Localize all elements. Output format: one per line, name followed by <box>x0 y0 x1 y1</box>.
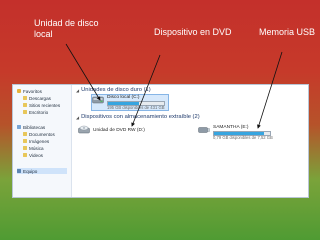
drive-space-info: 195 GB disponibles de 431 GB <box>107 105 165 110</box>
drive-name: SAMANTHA (E:) <box>213 125 249 130</box>
explorer-window: Favoritos Descargas Sitios recientes Esc… <box>12 84 309 198</box>
folder-icon <box>23 146 27 150</box>
sidebar-item-musica[interactable]: Música <box>23 145 44 151</box>
drive-name: Disco local (C:) <box>107 95 140 100</box>
sidebar-item-label: Documentos <box>29 131 55 137</box>
sidebar-item-label: Imágenes <box>29 138 50 144</box>
collapse-triangle-icon: ◢ <box>76 114 80 120</box>
sidebar-item-label: Videos <box>29 152 43 158</box>
sidebar-item-label: Escritorio <box>29 109 49 115</box>
folder-icon <box>23 110 27 114</box>
sidebar-item-label: Sitios recientes <box>29 102 61 108</box>
library-icon <box>17 125 21 129</box>
sidebar-item-imagenes[interactable]: Imágenes <box>23 138 49 144</box>
content-pane: ◢ Unidades de disco duro (1) Disco local… <box>72 85 308 197</box>
star-icon <box>17 89 21 93</box>
folder-icon <box>23 132 27 136</box>
usb-drive-icon <box>198 127 210 133</box>
sidebar-item-descargas[interactable]: Descargas <box>23 95 51 101</box>
sidebar-item-label: Favoritos <box>23 88 42 94</box>
drive-space-info: 0,79 GB disponibles de 7,52 GB <box>213 135 273 140</box>
annotation-local-disk: Unidad de disco local <box>34 18 99 39</box>
folder-icon <box>23 96 27 100</box>
group-title: Unidades de disco duro (1) <box>81 87 151 93</box>
sidebar-item-label: Música <box>29 145 44 151</box>
hard-drive-icon <box>92 96 104 104</box>
sidebar-item-escritorio[interactable]: Escritorio <box>23 109 48 115</box>
sidebar-item-favoritos[interactable]: Favoritos <box>17 88 42 94</box>
group-header-hard-disks[interactable]: ◢ Unidades de disco duro (1) <box>76 87 301 93</box>
drive-name: Unidad de DVD RW (D:) <box>93 128 145 133</box>
sidebar-item-documentos[interactable]: Documentos <box>23 131 55 137</box>
folder-icon <box>23 153 27 157</box>
sidebar-item-label: Bibliotecas <box>23 124 46 130</box>
sidebar-item-label: Equipo <box>23 168 38 174</box>
dvd-drive-icon <box>78 125 90 134</box>
collapse-triangle-icon: ◢ <box>76 87 80 93</box>
navigation-pane: Favoritos Descargas Sitios recientes Esc… <box>13 85 72 197</box>
folder-icon <box>23 103 27 107</box>
annotation-dvd: Dispositivo en DVD <box>154 27 232 37</box>
sidebar-item-videos[interactable]: Videos <box>23 152 43 158</box>
sidebar-item-label: Descargas <box>29 95 51 101</box>
drive-usb-e[interactable]: SAMANTHA (E:) 0,79 GB disponibles de 7,5… <box>198 125 288 143</box>
drive-local-c[interactable]: Disco local (C:) 195 GB disponibles de 4… <box>91 94 169 111</box>
group-header-removable[interactable]: ◢ Dispositivos con almacenamiento extraí… <box>76 114 200 120</box>
computer-icon <box>17 169 21 173</box>
group-title: Dispositivos con almacenamiento extraíbl… <box>81 114 200 120</box>
annotation-usb: Memoria USB <box>259 27 316 37</box>
folder-icon <box>23 139 27 143</box>
sidebar-item-sitios-recientes[interactable]: Sitios recientes <box>23 102 60 108</box>
drive-dvd-d[interactable]: Unidad de DVD RW (D:) <box>78 125 148 137</box>
sidebar-item-bibliotecas[interactable]: Bibliotecas <box>17 124 45 130</box>
sidebar-item-equipo[interactable]: Equipo <box>17 168 67 174</box>
